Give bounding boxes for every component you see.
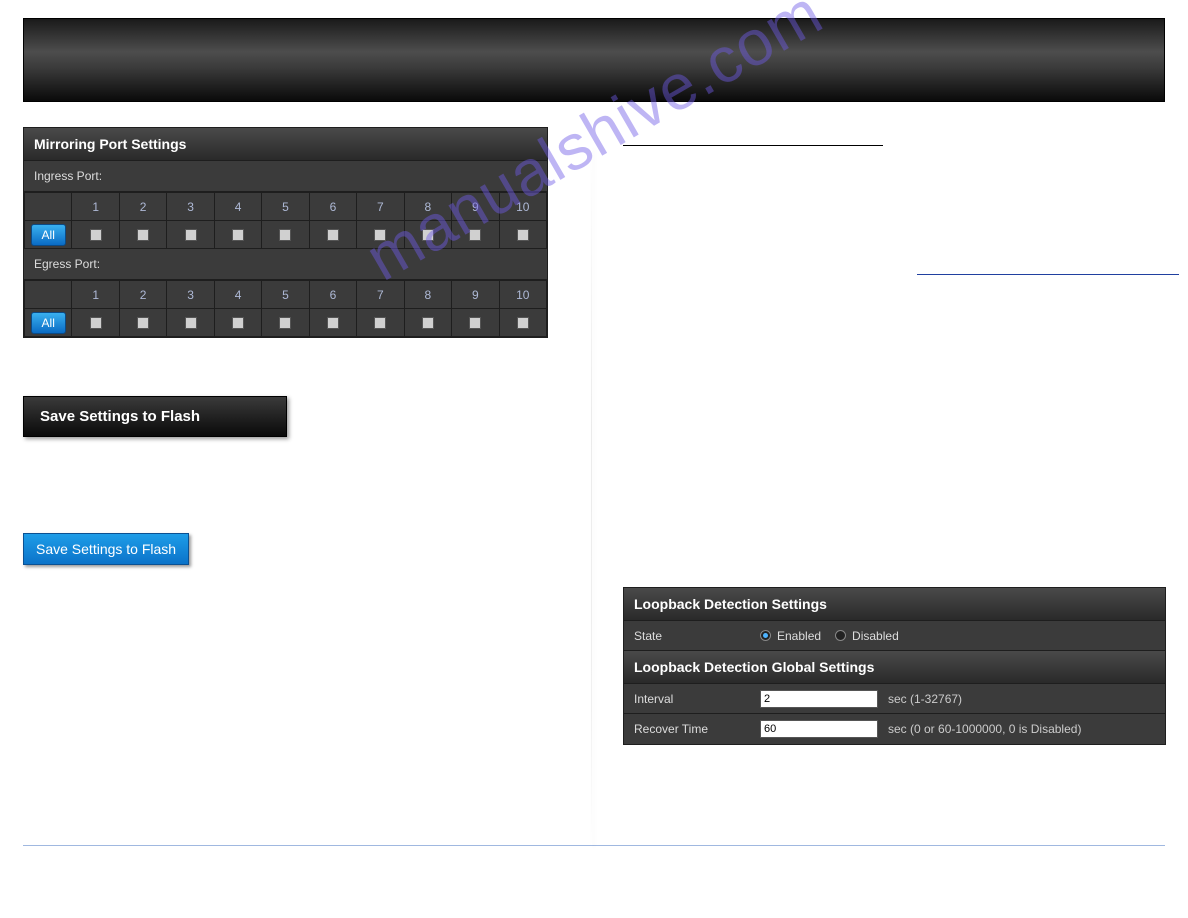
ingress-port-8-checkbox[interactable] [422,229,434,241]
ingress-port-1-checkbox[interactable] [90,229,102,241]
link-underline [917,274,1179,275]
ingress-port-4-checkbox[interactable] [232,229,244,241]
port-header: 1 [72,281,119,309]
state-enabled-radio[interactable] [760,630,771,641]
egress-port-4-checkbox[interactable] [232,317,244,329]
port-header: 5 [262,193,309,221]
port-header: 2 [119,281,166,309]
egress-port-1-checkbox[interactable] [90,317,102,329]
interval-label: Interval [624,692,756,706]
port-header: 9 [452,193,499,221]
ingress-port-10-checkbox[interactable] [517,229,529,241]
egress-label: Egress Port: [24,249,547,280]
egress-port-table: 1 2 3 4 5 6 7 8 9 10 All [24,280,547,337]
ingress-port-7-checkbox[interactable] [374,229,386,241]
recover-input[interactable] [760,720,878,738]
ingress-port-2-checkbox[interactable] [137,229,149,241]
ingress-port-table: 1 2 3 4 5 6 7 8 9 10 All [24,192,547,249]
egress-port-3-checkbox[interactable] [185,317,197,329]
port-header: 5 [262,281,309,309]
port-header: 8 [404,281,451,309]
egress-port-2-checkbox[interactable] [137,317,149,329]
interval-hint: sec (1-32767) [888,692,962,706]
mirroring-panel: Mirroring Port Settings Ingress Port: 1 … [23,127,548,338]
port-header: 2 [119,193,166,221]
save-settings-blue-button[interactable]: Save Settings to Flash [23,533,189,565]
port-header: 10 [499,193,546,221]
port-header: 4 [214,281,261,309]
loopback-title: Loopback Detection Settings [624,588,1165,621]
port-header: 10 [499,281,546,309]
port-header: 6 [309,193,356,221]
port-header: 7 [357,281,404,309]
port-header: 3 [167,193,214,221]
header-banner [23,18,1165,102]
disabled-label: Disabled [852,629,899,643]
egress-all-button[interactable]: All [31,312,66,334]
enabled-label: Enabled [777,629,821,643]
egress-port-8-checkbox[interactable] [422,317,434,329]
port-header: 4 [214,193,261,221]
egress-port-7-checkbox[interactable] [374,317,386,329]
egress-port-5-checkbox[interactable] [279,317,291,329]
ingress-port-6-checkbox[interactable] [327,229,339,241]
ingress-port-5-checkbox[interactable] [279,229,291,241]
port-header: 6 [309,281,356,309]
interval-input[interactable] [760,690,878,708]
port-header: 8 [404,193,451,221]
ingress-label: Ingress Port: [24,161,547,192]
recover-label: Recover Time [624,722,756,736]
egress-port-6-checkbox[interactable] [327,317,339,329]
state-label: State [624,629,756,643]
state-disabled-radio[interactable] [835,630,846,641]
loopback-global-title: Loopback Detection Global Settings [624,651,1165,684]
port-header: 1 [72,193,119,221]
egress-port-10-checkbox[interactable] [517,317,529,329]
port-header: 9 [452,281,499,309]
save-settings-dark-button[interactable]: Save Settings to Flash [23,396,287,437]
ingress-port-9-checkbox[interactable] [469,229,481,241]
recover-hint: sec (0 or 60-1000000, 0 is Disabled) [888,722,1081,736]
heading-underline [623,145,883,146]
port-header: 7 [357,193,404,221]
mirroring-title: Mirroring Port Settings [24,128,547,161]
loopback-panel: Loopback Detection Settings State Enable… [623,587,1166,745]
ingress-port-3-checkbox[interactable] [185,229,197,241]
footer-divider [23,845,1165,846]
ingress-all-button[interactable]: All [31,224,66,246]
port-header: 3 [167,281,214,309]
egress-port-9-checkbox[interactable] [469,317,481,329]
